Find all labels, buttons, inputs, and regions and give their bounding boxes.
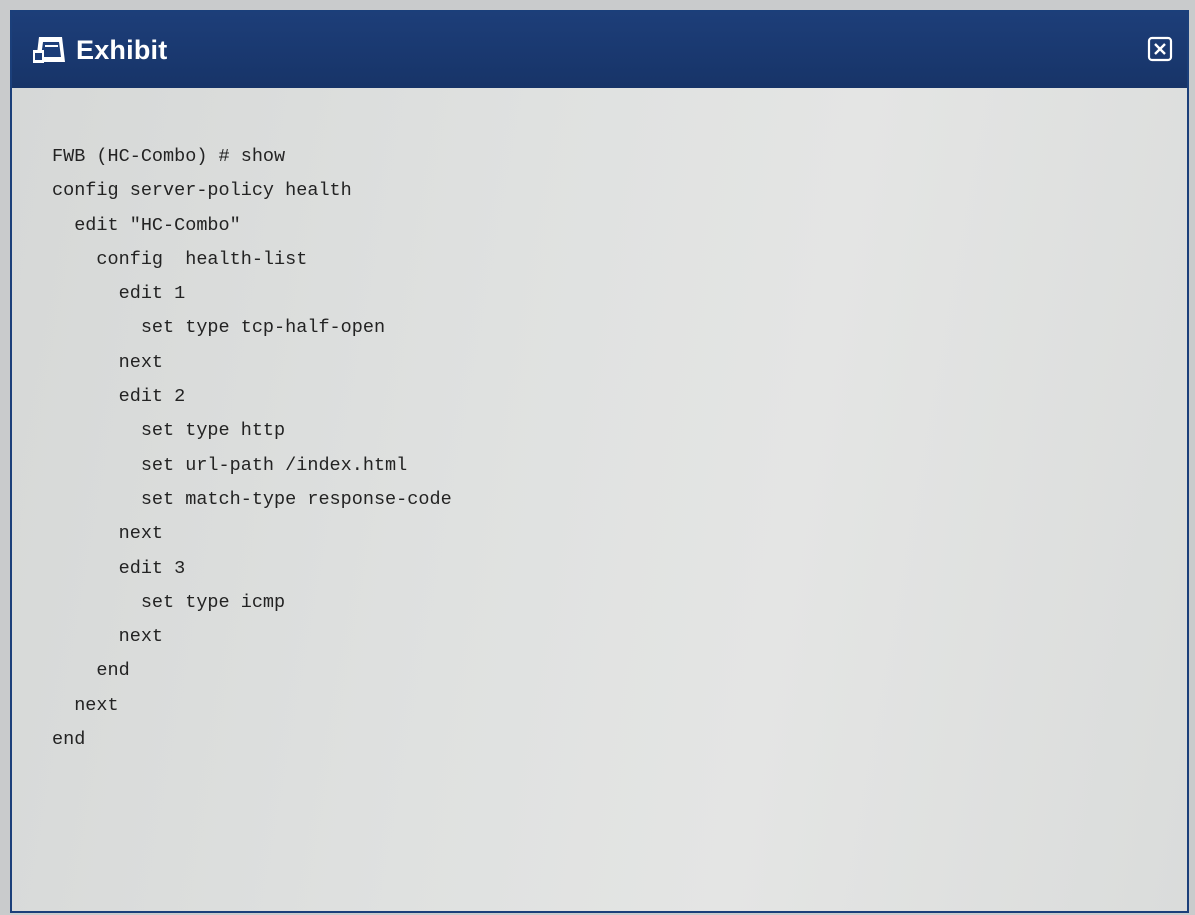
close-icon <box>1147 36 1173 62</box>
code-line: set type http <box>52 420 286 442</box>
code-line: edit 3 <box>52 557 186 579</box>
code-line: FWB (HC-Combo) # show <box>52 146 286 167</box>
code-line: set type icmp <box>52 591 286 613</box>
code-line: end <box>52 660 130 682</box>
code-line: next <box>52 523 164 545</box>
code-line: next <box>52 351 164 373</box>
code-line: next <box>52 694 119 716</box>
close-button[interactable] <box>1147 36 1173 62</box>
code-line: next <box>52 626 164 648</box>
exhibit-window: Exhibit FWB (HC-Combo) # show config serv… <box>10 10 1189 913</box>
code-line: edit "HC-Combo" <box>52 214 241 236</box>
code-line: end <box>52 729 86 751</box>
code-line: edit 2 <box>52 386 186 408</box>
code-line: config health-list <box>52 248 308 270</box>
code-line: set url-path /index.html <box>52 454 408 476</box>
code-line: set match-type response-code <box>52 488 452 510</box>
title-bar: Exhibit <box>12 12 1187 88</box>
exhibit-content: FWB (HC-Combo) # show config server-polic… <box>12 88 1187 911</box>
cli-output: FWB (HC-Combo) # show config server-polic… <box>52 140 452 757</box>
window-title: Exhibit <box>76 34 168 65</box>
exhibit-icon <box>32 35 66 65</box>
code-line: config server-policy health <box>52 180 352 202</box>
code-line: set type tcp-half-open <box>52 317 386 339</box>
code-line: edit 1 <box>52 283 186 305</box>
